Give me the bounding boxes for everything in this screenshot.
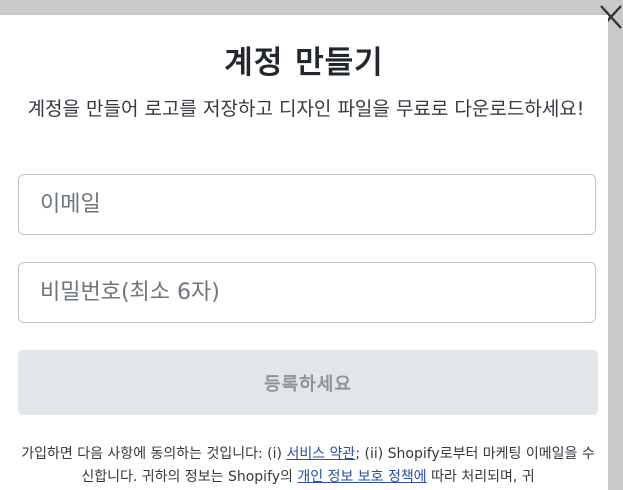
terms-of-service-link[interactable]: 서비스 약관 [286,446,355,462]
modal-subtitle: 계정을 만들어 로고를 저장하고 디자인 파일을 무료로 다운로드하세요! [27,98,585,120]
register-button[interactable]: 등록하세요 [18,350,598,415]
terms-prefix: 가입하면 다음 사항에 동의하는 것입니다: (i) [21,446,287,462]
privacy-policy-link[interactable]: 개인 정보 보호 정책에 [297,469,426,485]
modal-title: 계정 만들기 [224,45,384,81]
terms-text: 가입하면 다음 사항에 동의하는 것입니다: (i) 서비스 약관; (ii) … [18,443,598,489]
email-field[interactable] [18,174,596,235]
signup-modal: 계정 만들기 계정을 만들어 로고를 저장하고 디자인 파일을 무료로 다운로드… [0,15,608,490]
password-field[interactable] [18,262,596,323]
terms-suffix: 따라 처리되며, 귀 [426,469,535,485]
